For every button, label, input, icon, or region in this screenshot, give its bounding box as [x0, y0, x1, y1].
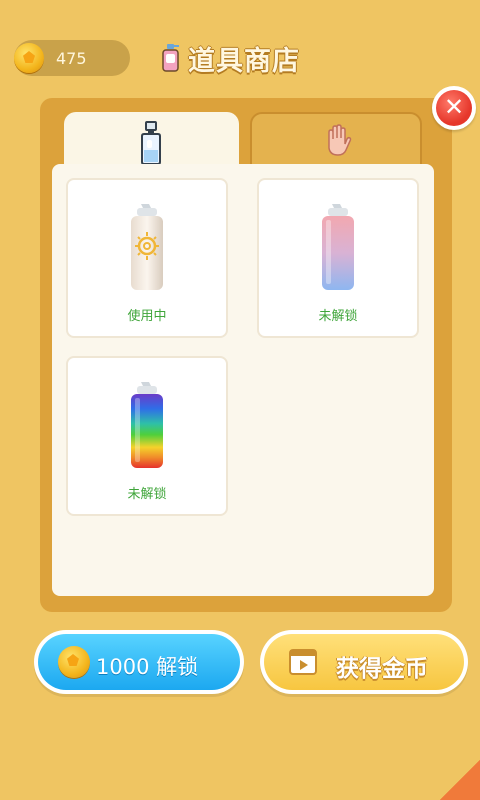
- coin-icon: [14, 43, 44, 73]
- item-status: 未解锁: [127, 487, 167, 502]
- spray-can-rainbow-image: [131, 382, 163, 468]
- coin-icon: [58, 646, 90, 678]
- item-grid: 使用中 未解锁 未解锁: [52, 164, 434, 596]
- shop-title: 道具商店: [160, 38, 300, 78]
- spray-bottle-icon: [141, 121, 161, 165]
- coin-balance: 475: [14, 40, 130, 76]
- page-title: 道具商店: [188, 45, 300, 77]
- unlock-label: 1000 解锁: [96, 655, 199, 679]
- close-button[interactable]: ✕: [432, 86, 476, 130]
- close-icon: ✕: [436, 90, 472, 126]
- hand-icon: [328, 124, 352, 156]
- tab-hand[interactable]: [250, 112, 422, 168]
- video-icon: [289, 649, 317, 675]
- item-status: 未解锁: [318, 309, 358, 324]
- item-status: 使用中: [127, 309, 167, 324]
- item-card-pink-blue[interactable]: 未解锁: [257, 178, 419, 338]
- earn-coins-label: 获得金币: [336, 656, 428, 682]
- unlock-button[interactable]: 1000 解锁: [34, 630, 244, 694]
- spray-can-sun-image: [131, 204, 163, 290]
- tab-spray[interactable]: [64, 112, 239, 168]
- corner-decoration: [440, 760, 480, 800]
- coin-count: 475: [56, 49, 87, 68]
- spray-can-pink-blue-image: [322, 204, 354, 290]
- item-card-rainbow[interactable]: 未解锁: [66, 356, 228, 516]
- item-card-sun[interactable]: 使用中: [66, 178, 228, 338]
- spray-bottle-icon: [162, 44, 179, 72]
- earn-coins-button[interactable]: 获得金币: [260, 630, 468, 694]
